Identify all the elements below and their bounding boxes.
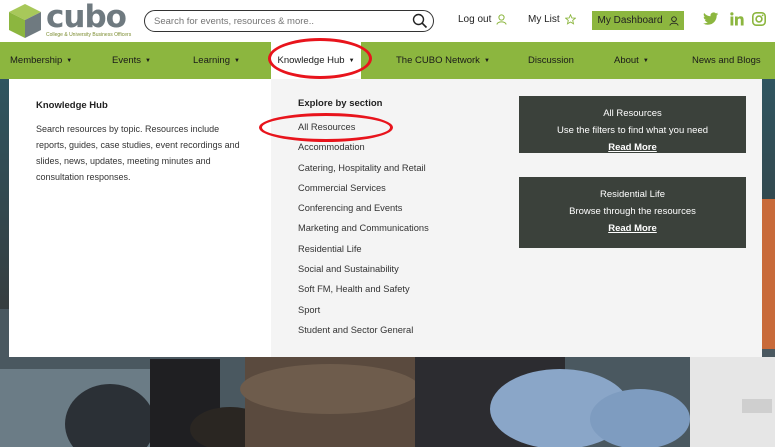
user-icon [668, 15, 679, 26]
section-link-residential-life[interactable]: Residential Life [298, 243, 429, 263]
nav-label: News and Blogs [692, 55, 761, 66]
section-link-student-sector[interactable]: Student and Sector General [298, 324, 429, 344]
card-text: Browse through the resources [569, 206, 696, 217]
logout-link[interactable]: Log out [458, 14, 507, 25]
twitter-icon[interactable] [703, 12, 719, 26]
nav-item-discussion[interactable]: Discussion [528, 42, 574, 79]
promo-card-all-resources: All Resources Use the filters to find wh… [519, 96, 746, 153]
promo-card-residential-life: Residential Life Browse through the reso… [519, 177, 746, 248]
logo-wordmark: cubo [46, 0, 127, 35]
nav-item-membership[interactable]: Membership ▼ [10, 42, 72, 79]
dropdown-intro: Knowledge Hub Search resources by topic.… [9, 79, 271, 357]
highlight-circle-knowledge-hub [268, 38, 372, 79]
nav-item-about[interactable]: About ▼ [614, 42, 649, 79]
card-title: Residential Life [600, 189, 665, 200]
cubo-logo[interactable]: cubo College & University Business Offic… [8, 0, 132, 39]
nav-item-news-blogs[interactable]: News and Blogs [692, 42, 761, 79]
instagram-icon[interactable] [752, 12, 766, 26]
nav-item-learning[interactable]: Learning ▼ [193, 42, 240, 79]
section-link-conferencing[interactable]: Conferencing and Events [298, 202, 429, 222]
section-link-social[interactable]: Social and Sustainability [298, 263, 429, 283]
card-title: All Resources [603, 108, 662, 119]
my-list-label: My List [528, 14, 560, 25]
section-heading: Explore by section [298, 98, 383, 109]
site-header: cubo College & University Business Offic… [0, 0, 775, 42]
section-link-sport[interactable]: Sport [298, 304, 429, 324]
read-more-link[interactable]: Read More [519, 142, 746, 153]
search-box[interactable] [144, 10, 434, 32]
nav-item-cubo-network[interactable]: The CUBO Network ▼ [396, 42, 490, 79]
section-link-accommodation[interactable]: Accommodation [298, 141, 429, 161]
my-dashboard-button[interactable]: My Dashboard [592, 11, 684, 30]
nav-label: The CUBO Network [396, 55, 480, 66]
caret-down-icon: ▼ [483, 57, 490, 64]
logo-tagline: College & University Business Officers [46, 32, 132, 38]
star-icon [564, 14, 576, 25]
section-list: All Resources Accommodation Catering, Ho… [298, 121, 429, 344]
read-more-link[interactable]: Read More [519, 223, 746, 234]
cube-logo-icon [9, 4, 41, 38]
my-list-link[interactable]: My List [528, 14, 576, 25]
logout-label: Log out [458, 14, 492, 25]
my-dashboard-label: My Dashboard [597, 15, 663, 26]
section-link-soft-fm[interactable]: Soft FM, Health and Safety [298, 283, 429, 303]
nav-label: Discussion [528, 55, 574, 66]
caret-down-icon: ▼ [145, 57, 151, 64]
nav-label: Events [112, 55, 142, 66]
dropdown-description: Search resources by topic. Resources inc… [36, 124, 240, 182]
search-icon[interactable] [412, 13, 428, 29]
caret-down-icon: ▼ [233, 57, 240, 64]
section-link-commercial[interactable]: Commercial Services [298, 182, 429, 202]
highlight-circle-all-resources [259, 113, 393, 142]
dropdown-title: Knowledge Hub [36, 100, 108, 111]
nav-item-events[interactable]: Events ▼ [112, 42, 151, 79]
linkedin-icon[interactable] [730, 12, 744, 26]
search-input[interactable] [154, 13, 404, 29]
nav-label: Membership [10, 55, 63, 66]
section-link-catering[interactable]: Catering, Hospitality and Retail [298, 162, 429, 182]
nav-label: Learning [193, 55, 230, 66]
user-icon [496, 14, 507, 25]
caret-down-icon: ▼ [642, 57, 649, 64]
card-text: Use the filters to find what you need [556, 125, 709, 136]
main-nav: Membership ▼ Events ▼ Learning ▼ Knowledge … [0, 42, 775, 79]
nav-label: About [614, 55, 639, 66]
caret-down-icon: ▼ [66, 57, 73, 64]
section-link-marketing[interactable]: Marketing and Communications [298, 222, 429, 242]
